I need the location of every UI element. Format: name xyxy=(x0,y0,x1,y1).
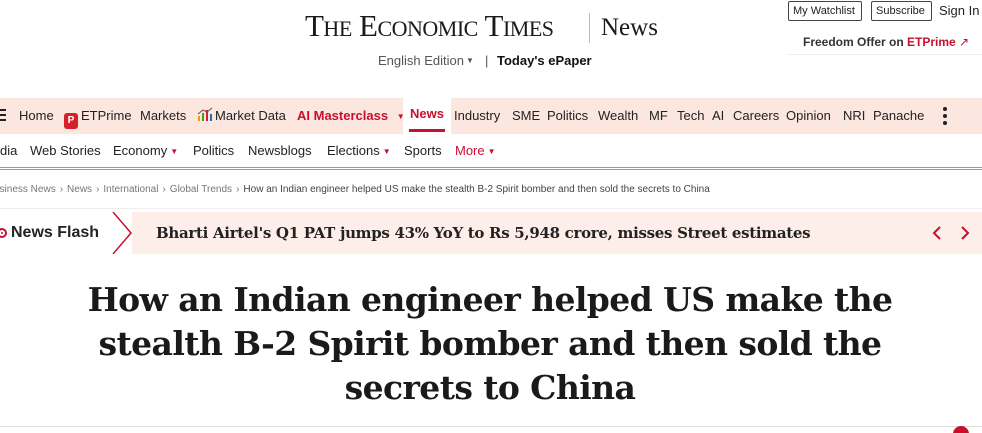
masthead: The Economic Times News English Edition ▼… xyxy=(0,0,982,98)
sign-in-link[interactable]: Sign In xyxy=(939,3,979,18)
subnav-item-politics[interactable]: Politics xyxy=(193,134,234,168)
logo-divider xyxy=(589,13,590,43)
offer-text: Freedom Offer on xyxy=(803,35,908,49)
title-divider xyxy=(0,426,982,427)
active-tab-indicator xyxy=(409,129,445,132)
site-logo[interactable]: The Economic Times xyxy=(305,8,554,44)
caret-down-icon: ▼ xyxy=(382,147,391,156)
nav-item-ai-masterclass[interactable]: AI Masterclass ▼ xyxy=(297,98,405,134)
edition-label: English Edition xyxy=(378,53,464,68)
nav-item-news[interactable]: News xyxy=(403,98,451,134)
subnav-item-elections-label: Elections xyxy=(327,143,380,158)
nav-item-careers[interactable]: Careers xyxy=(733,98,779,134)
section-name[interactable]: News xyxy=(601,14,658,42)
offer-brand: ETPrime xyxy=(907,35,956,49)
breadcrumb-business-news[interactable]: usiness News xyxy=(0,184,56,195)
breadcrumb-divider xyxy=(0,208,982,209)
nav-item-markets[interactable]: Markets xyxy=(140,98,186,134)
breadcrumb: usiness News › News › International › Global T… xyxy=(0,184,710,195)
nav-item-home[interactable]: Home xyxy=(19,98,54,134)
chevron-right-icon: › xyxy=(59,184,64,195)
edition-selector[interactable]: English Edition ▼ xyxy=(378,53,474,68)
nav-item-market-data-label: Market Data xyxy=(215,108,286,123)
edition-separator: | xyxy=(485,53,489,68)
subnav-item-economy-label: Economy xyxy=(113,143,168,158)
caret-down-icon: ▼ xyxy=(170,147,179,156)
bar-chart-icon xyxy=(197,107,213,121)
nav-item-industry[interactable]: Industry xyxy=(454,98,500,134)
main-nav: Home P ETPrime Markets Market Data AI Mas… xyxy=(0,98,982,134)
subnav-item-more-label: More xyxy=(455,143,485,158)
news-flash-label: News Flash xyxy=(11,224,100,241)
notification-badge[interactable] xyxy=(953,426,969,433)
nav-item-wealth[interactable]: Wealth xyxy=(598,98,638,134)
nav-item-market-data[interactable]: Market Data xyxy=(197,98,286,134)
caret-down-icon: ▼ xyxy=(466,56,474,65)
nav-item-ai-masterclass-label: AI Masterclass xyxy=(297,108,389,123)
breadcrumb-current: How an Indian engineer helped US make th… xyxy=(243,184,710,195)
chevron-right-icon: › xyxy=(162,184,166,195)
nav-item-ai[interactable]: AI xyxy=(712,98,724,134)
nav-item-etprime[interactable]: P ETPrime xyxy=(64,98,132,134)
breadcrumb-news[interactable]: News xyxy=(67,184,92,195)
nav-item-nri[interactable]: NRI xyxy=(843,98,865,134)
subnav-item-sports[interactable]: Sports xyxy=(404,134,442,168)
news-flash-headline[interactable]: Bharti Airtel's Q1 PAT jumps 43% YoY to … xyxy=(156,224,811,242)
nav-item-panache[interactable]: Panache xyxy=(873,98,924,134)
chevron-right-icon: › xyxy=(236,184,240,195)
etprime-logo-icon: P xyxy=(64,113,78,129)
subnav-item-more[interactable]: More ▼ xyxy=(455,134,496,168)
nav-item-news-label: News xyxy=(410,106,444,121)
epaper-link[interactable]: Today's ePaper xyxy=(497,53,592,68)
breadcrumb-global-trends[interactable]: Global Trends xyxy=(170,184,232,195)
subscribe-button[interactable]: Subscribe xyxy=(871,1,932,21)
breadcrumb-international[interactable]: International xyxy=(103,184,158,195)
chevron-left-icon[interactable] xyxy=(928,222,946,244)
nav-item-politics[interactable]: Politics xyxy=(547,98,588,134)
chevron-right-icon: › xyxy=(96,184,100,195)
nav-item-sme[interactable]: SME xyxy=(512,98,540,134)
freedom-offer-link[interactable]: Freedom Offer on ETPrime ↗ xyxy=(787,29,982,55)
article-title: How an Indian engineer helped US make th… xyxy=(87,280,893,407)
nav-item-etprime-label: ETPrime xyxy=(81,108,132,123)
watchlist-button[interactable]: My Watchlist xyxy=(788,1,862,21)
chevron-divider-icon xyxy=(110,212,132,254)
news-flash-bar: News Flash Bharti Airtel's Q1 PAT jumps … xyxy=(0,212,982,254)
caret-down-icon: ▼ xyxy=(487,147,496,156)
subnav-item-newsblogs[interactable]: Newsblogs xyxy=(248,134,312,168)
subnav-item-elections[interactable]: Elections ▼ xyxy=(327,134,391,168)
sub-nav: dia Web Stories Economy ▼ Politics Newsbl… xyxy=(0,134,982,170)
external-arrow-icon: ↗ xyxy=(959,35,970,49)
nav-item-mf[interactable]: MF xyxy=(649,98,668,134)
hamburger-menu-icon[interactable] xyxy=(0,109,6,123)
subnav-item-india[interactable]: dia xyxy=(0,134,17,168)
subnav-item-economy[interactable]: Economy ▼ xyxy=(113,134,178,168)
subnav-item-web-stories[interactable]: Web Stories xyxy=(30,134,101,168)
nav-item-opinion[interactable]: Opinion xyxy=(786,98,831,134)
chevron-right-icon[interactable] xyxy=(956,222,974,244)
nav-item-tech[interactable]: Tech xyxy=(677,98,704,134)
live-dot-icon xyxy=(0,228,7,238)
more-options-icon[interactable] xyxy=(943,107,947,128)
